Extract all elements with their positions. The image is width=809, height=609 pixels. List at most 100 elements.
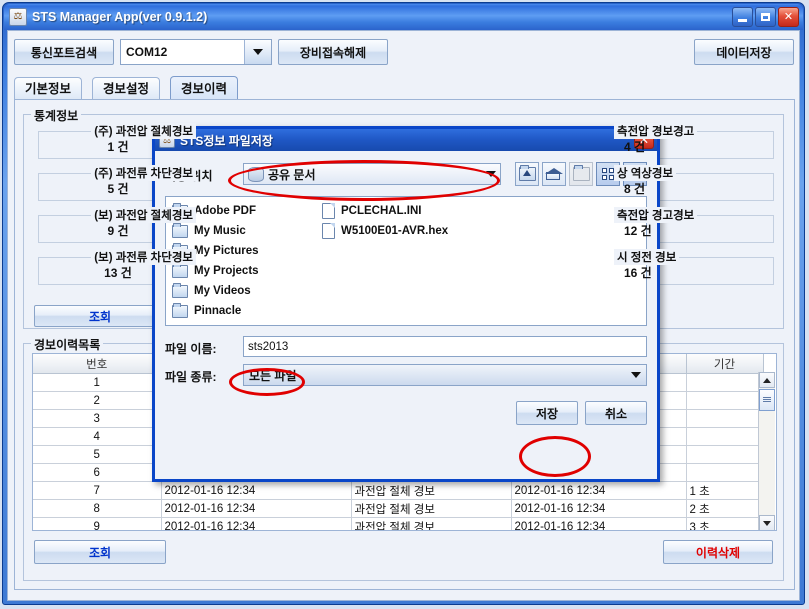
stat-caption: (주) 과전압 절체경보: [91, 123, 196, 139]
statistics-query-button[interactable]: 조회: [34, 305, 166, 327]
tab-alarm-settings[interactable]: 경보설정: [92, 77, 161, 100]
close-button[interactable]: ✕: [778, 7, 799, 27]
cell-no: 5: [33, 445, 162, 464]
stat-item: 측전압 경보경고 4 건: [614, 123, 774, 159]
dialog-titlebar[interactable]: ⚖ STS정보 파일저장: [155, 129, 657, 151]
stat-value: 16 건: [624, 266, 652, 280]
stat-value: 13 건: [104, 266, 132, 280]
list-item[interactable]: My Videos: [172, 281, 322, 301]
new-folder-icon: [569, 162, 593, 186]
look-in-combo[interactable]: 공유 문서: [243, 163, 501, 185]
stat-caption: 측전압 경보경고: [614, 123, 698, 139]
stat-item: (주) 과전압 절체경보 1 건: [38, 123, 198, 159]
cell-start: 2012-01-16 12:34: [161, 517, 352, 530]
column-header-no[interactable]: 번호: [33, 354, 162, 374]
chevron-down-icon[interactable]: [244, 40, 271, 64]
cell-no: 8: [33, 499, 162, 518]
file-icon: [322, 203, 335, 219]
stat-item: 시 정전 경보 16 건: [614, 249, 774, 285]
stat-value: 5 건: [107, 182, 129, 196]
stat-item: 측전압 경고경보 12 건: [614, 207, 774, 243]
cell-duration: [686, 427, 764, 446]
cell-event: 과전압 절체 경보: [351, 499, 512, 518]
scroll-up-button[interactable]: [759, 372, 775, 388]
file-name-label: W5100E01-AVR.hex: [341, 225, 449, 237]
file-type-field-label: 파일 종류:: [165, 370, 217, 384]
cell-end: 2012-01-16 12:34: [511, 499, 687, 518]
file-list[interactable]: Adobe PDF My Music My Pictures My Projec…: [165, 196, 647, 326]
history-delete-button[interactable]: 이력삭제: [663, 540, 773, 564]
close-icon: ✕: [783, 10, 794, 23]
stat-caption: (주) 과전류 차단경보: [91, 165, 196, 181]
file-name-row: 파일 이름:: [165, 336, 647, 358]
statistics-right-column: 측전압 경보경고 4 건 상 역상경보 8 건 측전압 경고경보 12 건 시 …: [614, 123, 774, 292]
file-type-combo[interactable]: 모든 파일: [243, 364, 647, 386]
maximize-button[interactable]: [755, 7, 776, 27]
stat-value: 1 건: [107, 140, 129, 154]
cell-event: 과전압 절체 경보: [351, 517, 512, 530]
table-row[interactable]: 9 2012-01-16 12:34 과전압 절체 경보 2012-01-16 12:…: [33, 517, 764, 530]
tab-basic-info[interactable]: 기본정보: [14, 77, 83, 100]
statistics-left-column: (주) 과전압 절체경보 1 건 (주) 과전류 차단경보 5 건 (보) 과전…: [38, 123, 198, 292]
cell-duration: [686, 445, 764, 464]
home-icon[interactable]: [542, 162, 566, 186]
cell-no: 6: [33, 463, 162, 482]
stat-value: 12 건: [624, 224, 652, 238]
file-name-label: My Pictures: [194, 245, 259, 257]
stat-item: 상 역상경보 8 건: [614, 165, 774, 201]
port-combo[interactable]: COM12: [120, 39, 272, 65]
list-item[interactable]: Pinnacle: [172, 301, 322, 321]
chevron-down-icon[interactable]: [626, 372, 646, 378]
disconnect-device-button[interactable]: 장비접속해제: [278, 39, 388, 65]
history-query-button[interactable]: 조회: [34, 540, 166, 564]
stat-value: 9 건: [107, 224, 129, 238]
table-vertical-scrollbar[interactable]: [758, 372, 775, 530]
list-item[interactable]: PCLECHAL.INI: [322, 201, 472, 221]
stat-caption: 측전압 경고경보: [614, 207, 698, 223]
window-titlebar[interactable]: ⚖ STS Manager App(ver 0.9.1.2) ✕: [4, 4, 803, 30]
cell-duration: [686, 463, 764, 482]
statistics-group-label: 통계정보: [31, 107, 82, 124]
tab-alarm-history[interactable]: 경보이력: [170, 76, 239, 101]
table-row[interactable]: 7 2012-01-16 12:34 과전압 절체 경보 2012-01-16 12:…: [33, 481, 764, 500]
app-icon: ⚖: [9, 8, 27, 26]
folder-icon: [172, 302, 188, 318]
chevron-down-icon[interactable]: [482, 164, 500, 184]
stat-value: 8 건: [624, 182, 646, 196]
save-data-button[interactable]: 데이터저장: [694, 39, 794, 65]
cancel-button[interactable]: 취소: [585, 401, 647, 425]
file-type-row: 파일 종류: 모든 파일: [165, 364, 647, 386]
cell-no: 3: [33, 409, 162, 428]
tabstrip: 기본정보 경보설정 경보이력: [14, 76, 794, 101]
cell-duration: [686, 409, 764, 428]
file-name-input[interactable]: [243, 336, 647, 357]
port-combo-value: COM12: [126, 45, 168, 59]
column-header-duration[interactable]: 기간: [686, 354, 764, 374]
stat-caption: (보) 과전류 차단경보: [91, 249, 196, 265]
scrollbar-thumb[interactable]: [759, 389, 775, 411]
scroll-down-button[interactable]: [759, 515, 775, 530]
cell-duration: [686, 373, 764, 392]
file-name-label: My Projects: [194, 265, 259, 277]
cell-event: 과전압 절체 경보: [351, 481, 512, 500]
stat-value: 4 건: [624, 140, 646, 154]
cell-duration: 2 초: [686, 499, 764, 518]
shared-documents-icon: [248, 166, 264, 182]
file-name-label: My Music: [194, 225, 246, 237]
cell-no: 9: [33, 517, 162, 530]
look-in-value: 공유 문서: [268, 167, 316, 182]
alarm-history-group-label: 경보이력목록: [31, 336, 104, 353]
dialog-body: 저장 위치 공유 문서: [155, 151, 657, 479]
port-search-button[interactable]: 통신포트검색: [14, 39, 114, 65]
cell-duration: 3 초: [686, 517, 764, 530]
app-root: ⚖ STS Manager App(ver 0.9.1.2) ✕ 통신포트검색 …: [0, 0, 809, 609]
file-name-label: PCLECHAL.INI: [341, 205, 422, 217]
list-item[interactable]: W5100E01-AVR.hex: [322, 221, 472, 241]
table-row[interactable]: 8 2012-01-16 12:34 과전압 절체 경보 2012-01-16 12:…: [33, 499, 764, 518]
cell-no: 7: [33, 481, 162, 500]
minimize-button[interactable]: [732, 7, 753, 27]
file-name-label: Adobe PDF: [194, 205, 256, 217]
up-folder-icon[interactable]: [515, 162, 539, 186]
look-in-row: 저장 위치 공유 문서: [165, 161, 647, 189]
save-button[interactable]: 저장: [516, 401, 578, 425]
